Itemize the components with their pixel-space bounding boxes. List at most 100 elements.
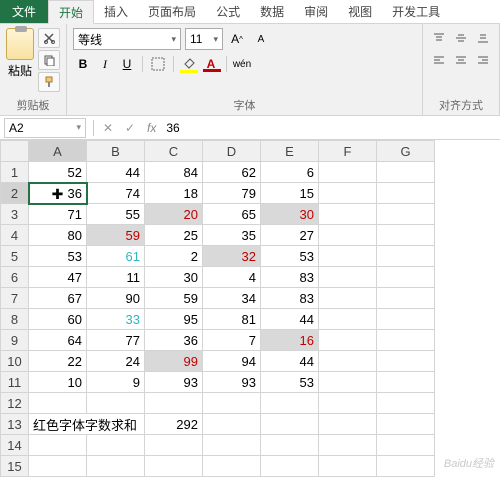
cell[interactable] — [261, 393, 319, 414]
cell[interactable]: 30 — [261, 204, 319, 225]
cell[interactable]: 52 — [29, 162, 87, 183]
tab-view[interactable]: 视图 — [338, 0, 382, 23]
format-painter-button[interactable] — [38, 72, 60, 92]
fx-icon[interactable]: fx — [141, 121, 162, 135]
cell[interactable]: 67 — [29, 288, 87, 309]
cell[interactable] — [377, 393, 435, 414]
cell[interactable]: 77 — [87, 330, 145, 351]
cell[interactable]: 83 — [261, 267, 319, 288]
cell[interactable]: 95 — [145, 309, 203, 330]
column-header[interactable]: G — [377, 141, 435, 162]
cell[interactable]: 27 — [261, 225, 319, 246]
underline-button[interactable]: U — [117, 54, 137, 74]
cell[interactable] — [319, 435, 377, 456]
row-header[interactable]: 2 — [1, 183, 29, 204]
cell[interactable]: 71 — [29, 204, 87, 225]
cell[interactable] — [261, 414, 319, 435]
cell[interactable]: 红色字体字数求和 — [29, 414, 145, 435]
font-color-button[interactable]: A — [201, 54, 221, 74]
cell[interactable]: 33 — [87, 309, 145, 330]
cell[interactable]: 60 — [29, 309, 87, 330]
cell[interactable]: 84 — [145, 162, 203, 183]
column-header[interactable]: F — [319, 141, 377, 162]
cell[interactable] — [87, 435, 145, 456]
cell[interactable] — [377, 372, 435, 393]
font-size-combo[interactable]: 11 ▾ — [185, 28, 223, 50]
tab-data[interactable]: 数据 — [250, 0, 294, 23]
cell[interactable]: 61 — [87, 246, 145, 267]
cell[interactable]: 6 — [261, 162, 319, 183]
phonetic-button[interactable]: wén — [232, 54, 252, 74]
cell[interactable] — [377, 204, 435, 225]
cell[interactable] — [377, 225, 435, 246]
cell[interactable] — [29, 456, 87, 477]
column-header[interactable]: A — [29, 141, 87, 162]
border-button[interactable] — [148, 54, 168, 74]
align-left-button[interactable] — [429, 50, 449, 70]
formula-input[interactable] — [162, 121, 500, 135]
cell[interactable]: 74 — [87, 183, 145, 204]
cell[interactable] — [319, 393, 377, 414]
cell[interactable]: 2 — [145, 246, 203, 267]
cell[interactable] — [319, 183, 377, 204]
enter-button[interactable]: ✓ — [119, 121, 141, 135]
cell[interactable]: 15 — [261, 183, 319, 204]
cell[interactable] — [261, 456, 319, 477]
column-header[interactable]: C — [145, 141, 203, 162]
align-right-button[interactable] — [473, 50, 493, 70]
cell[interactable]: 59 — [145, 288, 203, 309]
cell[interactable]: 18 — [145, 183, 203, 204]
cell[interactable]: 44 — [261, 309, 319, 330]
cell[interactable] — [319, 267, 377, 288]
cut-button[interactable] — [38, 28, 60, 48]
cell[interactable] — [377, 330, 435, 351]
cell[interactable] — [319, 204, 377, 225]
column-header[interactable]: D — [203, 141, 261, 162]
cell[interactable] — [203, 414, 261, 435]
cell[interactable]: 83 — [261, 288, 319, 309]
cell[interactable]: 59 — [87, 225, 145, 246]
cell[interactable]: 94 — [203, 351, 261, 372]
cell[interactable] — [377, 183, 435, 204]
cell[interactable]: 47 — [29, 267, 87, 288]
row-header[interactable]: 9 — [1, 330, 29, 351]
cell[interactable]: 25 — [145, 225, 203, 246]
cell[interactable] — [319, 330, 377, 351]
row-header[interactable]: 6 — [1, 267, 29, 288]
cell[interactable] — [319, 351, 377, 372]
tab-page-layout[interactable]: 页面布局 — [138, 0, 206, 23]
cell[interactable] — [261, 435, 319, 456]
cell[interactable]: 44 — [87, 162, 145, 183]
cell[interactable] — [377, 309, 435, 330]
cell[interactable]: 93 — [145, 372, 203, 393]
cell[interactable] — [319, 456, 377, 477]
align-center-button[interactable] — [451, 50, 471, 70]
cell[interactable] — [377, 351, 435, 372]
row-header[interactable]: 11 — [1, 372, 29, 393]
cell[interactable]: 62 — [203, 162, 261, 183]
row-header[interactable]: 5 — [1, 246, 29, 267]
cell[interactable] — [377, 435, 435, 456]
cell[interactable] — [319, 309, 377, 330]
align-top-button[interactable] — [429, 28, 449, 48]
bold-button[interactable]: B — [73, 54, 93, 74]
cell[interactable]: 16 — [261, 330, 319, 351]
cell[interactable]: 36 — [145, 330, 203, 351]
tab-developer[interactable]: 开发工具 — [382, 0, 450, 23]
copy-button[interactable] — [38, 50, 60, 70]
cell[interactable] — [145, 456, 203, 477]
tab-review[interactable]: 审阅 — [294, 0, 338, 23]
cell[interactable]: 32 — [203, 246, 261, 267]
cell[interactable] — [377, 414, 435, 435]
cell[interactable] — [377, 456, 435, 477]
cell[interactable]: 53 — [29, 246, 87, 267]
row-header[interactable]: 15 — [1, 456, 29, 477]
row-header[interactable]: 7 — [1, 288, 29, 309]
cell[interactable] — [319, 246, 377, 267]
fill-color-button[interactable] — [179, 54, 199, 74]
cell[interactable]: 99 — [145, 351, 203, 372]
select-all[interactable] — [1, 141, 29, 162]
cell[interactable]: 53 — [261, 372, 319, 393]
cell[interactable]: 36✚ — [29, 183, 87, 204]
cell[interactable]: 4 — [203, 267, 261, 288]
